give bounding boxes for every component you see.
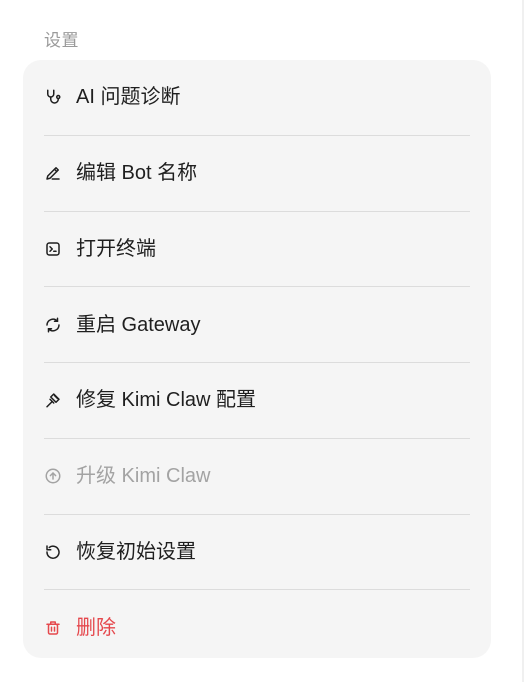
trash-icon (44, 619, 62, 637)
terminal-icon (44, 240, 62, 258)
pencil-icon (44, 164, 62, 182)
menu-item-label: 升级 Kimi Claw (76, 465, 211, 488)
menu-item-edit-bot-name[interactable]: 编辑 Bot 名称 (44, 136, 470, 212)
menu-item-label: 重启 Gateway (76, 313, 201, 336)
menu-item-fix-config[interactable]: 修复 Kimi Claw 配置 (44, 363, 470, 439)
menu-item-label: 恢复初始设置 (76, 540, 196, 563)
settings-menu-card: AI 问题诊断 编辑 Bot 名称 打开终端 重启 Gateway 修复 Kim… (23, 60, 491, 658)
refresh-icon (44, 316, 62, 334)
menu-item-open-terminal[interactable]: 打开终端 (44, 212, 470, 288)
menu-item-label: AI 问题诊断 (76, 86, 181, 109)
menu-item-label: 编辑 Bot 名称 (76, 162, 198, 185)
settings-page: 设置 AI 问题诊断 编辑 Bot 名称 打开终端 重启 Gateway 修复 … (0, 0, 524, 682)
rotate-ccw-icon (44, 543, 62, 561)
menu-item-reset-settings[interactable]: 恢复初始设置 (44, 515, 470, 591)
stethoscope-icon (44, 88, 62, 106)
menu-item-upgrade: 升级 Kimi Claw (44, 439, 470, 515)
menu-item-ai-diagnosis[interactable]: AI 问题诊断 (44, 60, 470, 136)
menu-item-label: 打开终端 (76, 237, 156, 260)
hammer-icon (44, 391, 62, 409)
menu-item-delete[interactable]: 删除 (44, 590, 470, 665)
section-title: 设置 (44, 31, 79, 50)
menu-item-restart-gateway[interactable]: 重启 Gateway (44, 287, 470, 363)
upgrade-circle-icon (44, 467, 62, 485)
menu-item-label: 修复 Kimi Claw 配置 (76, 389, 257, 412)
menu-item-label: 删除 (76, 616, 116, 639)
